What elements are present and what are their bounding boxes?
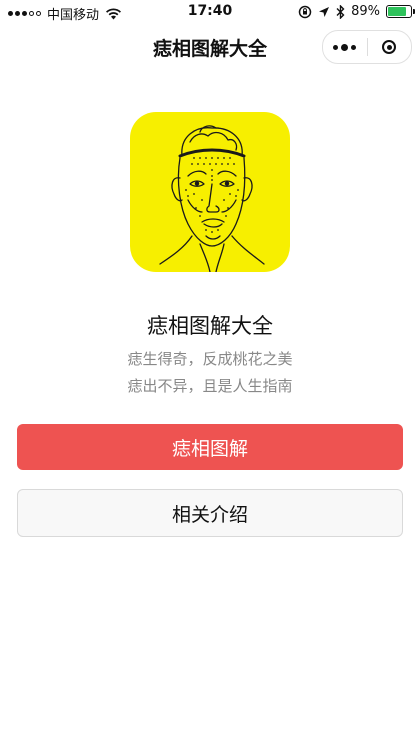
screen: 中国移动 17:40 89% 痣相图解大全 痣相图解大全 痣生得奇，反成桃花之美… (0, 0, 420, 747)
app-name: 痣相图解大全 (147, 314, 273, 338)
nav-bar: 痣相图解大全 (0, 24, 420, 70)
mole-chart-button[interactable]: 痣相图解 (17, 424, 403, 470)
bluetooth-icon (336, 4, 345, 19)
battery-fill (388, 7, 406, 16)
menu-capsule (322, 30, 412, 64)
related-intro-button-label: 相关介绍 (171, 503, 248, 526)
more-dots-icon[interactable] (323, 31, 367, 63)
tagline-line-1: 痣生得奇，反成桃花之美 (127, 350, 293, 368)
mole-chart-button-label: 痣相图解 (171, 437, 248, 460)
lock-rotation-icon (298, 5, 312, 18)
battery-percent: 89% (351, 4, 380, 19)
status-bar: 中国移动 17:40 89% (0, 0, 420, 24)
face-illustration (159, 125, 265, 272)
target-close-icon[interactable] (368, 31, 412, 63)
location-arrow-icon (319, 6, 330, 17)
battery-icon (386, 5, 415, 18)
app-logo (130, 112, 290, 272)
tagline-line-2: 痣出不异，且是人生指南 (127, 377, 293, 395)
related-intro-button[interactable]: 相关介绍 (17, 489, 403, 537)
status-right: 89% (298, 4, 415, 19)
